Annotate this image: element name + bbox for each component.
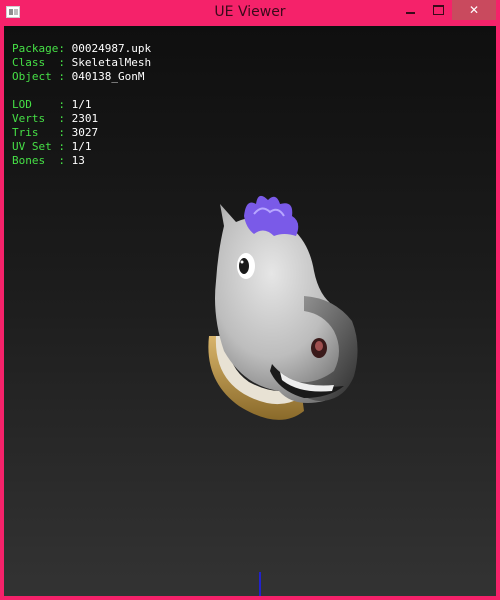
close-icon: ✕ (468, 3, 480, 17)
info-label: Tris : (12, 126, 65, 139)
info-label: Class : (12, 56, 65, 69)
mane-shape (244, 195, 299, 236)
info-row-tris: Tris : 3027 (12, 126, 151, 140)
info-value: 040138_GonM (71, 70, 145, 83)
app-window: UE Viewer ✕ Package: 00024987.upk Class … (0, 0, 500, 600)
info-value: 13 (71, 154, 85, 167)
info-label: Bones : (12, 154, 65, 167)
info-label: Verts : (12, 112, 65, 125)
3d-viewport[interactable]: Package: 00024987.upk Class : SkeletalMe… (4, 26, 496, 596)
info-row-object: Object : 040138_GonM (12, 70, 151, 84)
info-row-verts: Verts : 2301 (12, 112, 151, 126)
close-button[interactable]: ✕ (452, 0, 496, 20)
info-label: Package: (12, 42, 65, 55)
info-value: 1/1 (71, 98, 92, 111)
info-row-uvset: UV Set : 1/1 (12, 140, 151, 154)
info-value: 2301 (71, 112, 99, 125)
info-row-lod: LOD : 1/1 (12, 98, 151, 112)
info-label: Object : (12, 70, 65, 83)
info-row-class: Class : SkeletalMesh (12, 56, 151, 70)
info-value: SkeletalMesh (71, 56, 152, 69)
info-value: 1/1 (71, 140, 92, 153)
info-value: 3027 (71, 126, 99, 139)
z-axis-line (259, 572, 261, 596)
info-row-bones: Bones : 13 (12, 154, 151, 168)
maximize-button[interactable] (424, 0, 452, 20)
mesh-info-overlay: Package: 00024987.upk Class : SkeletalMe… (12, 42, 151, 168)
horse-mask-mesh[interactable] (184, 186, 384, 446)
minimize-button[interactable] (396, 0, 424, 20)
info-value: 00024987.upk (71, 42, 152, 55)
minimize-icon (405, 12, 415, 14)
maximize-icon (432, 5, 444, 15)
info-label: UV Set : (12, 140, 65, 153)
info-label: LOD : (12, 98, 65, 111)
info-row-package: Package: 00024987.upk (12, 42, 151, 56)
title-bar[interactable]: UE Viewer ✕ (0, 0, 500, 26)
